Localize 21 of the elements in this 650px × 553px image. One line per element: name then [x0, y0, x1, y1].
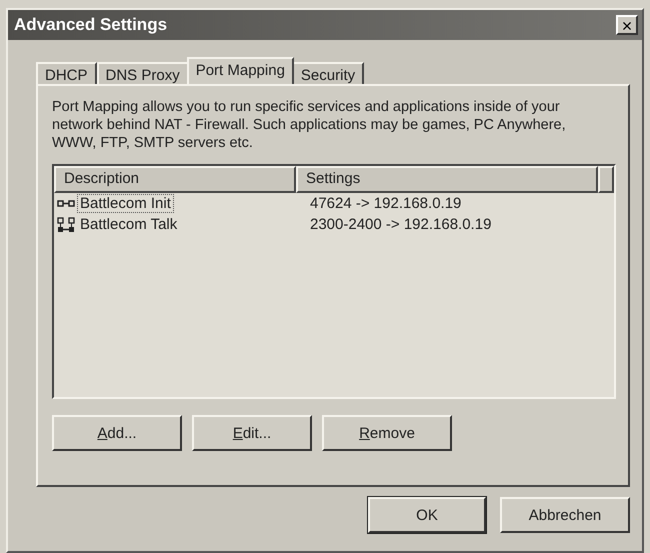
action-button[interactable]: Edit... [192, 415, 312, 451]
window-title: Advanced Settings [14, 15, 168, 35]
column-header[interactable] [598, 166, 614, 193]
tab[interactable]: DNS Proxy [96, 62, 189, 84]
column-header[interactable]: Description [54, 166, 296, 193]
tab[interactable]: Port Mapping [186, 57, 294, 84]
description-text: Port Mapping allows you to run specific services and applications inside of your network behind NAT - Firewall. Such applications may be games, PC Anywhere, WWW, FTP, SMTP servers etc. [52, 98, 567, 152]
list-item[interactable]: Battlecom Talk [77, 215, 180, 234]
cancel-button[interactable]: Abbrechen [500, 497, 630, 533]
list-item[interactable]: Battlecom Init [77, 194, 174, 213]
action-button[interactable]: Remove [322, 415, 452, 451]
tab[interactable]: Security [292, 62, 364, 84]
table-cell-text: 2300-2400 -> 192.168.0.19 [309, 216, 492, 233]
network-icon [57, 198, 75, 208]
column-header[interactable]: Settings [296, 166, 598, 193]
network-icon [57, 216, 75, 232]
ok-button[interactable]: OK [368, 497, 486, 533]
action-button[interactable]: Add... [52, 415, 182, 451]
close-button[interactable]: × [616, 15, 638, 35]
tab[interactable]: DHCP [36, 62, 97, 84]
table-cell-text: 47624 -> 192.168.0.19 [309, 195, 462, 212]
